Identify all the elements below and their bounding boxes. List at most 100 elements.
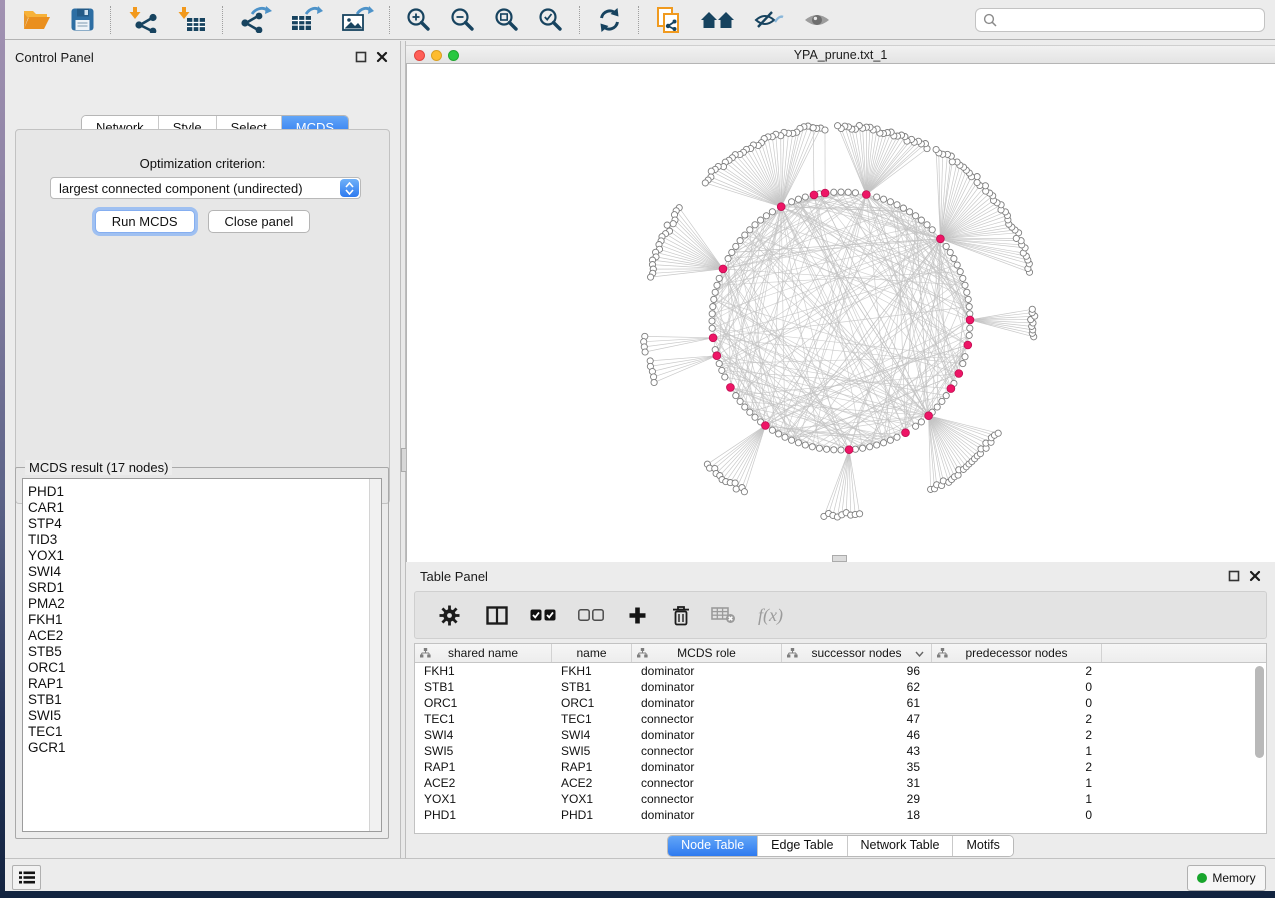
plus-icon: [628, 606, 647, 625]
close-panel-icon[interactable]: [1249, 570, 1261, 582]
table-cell: TEC1: [415, 712, 552, 726]
search-input[interactable]: [1002, 12, 1264, 28]
deselect-all-button[interactable]: [578, 609, 604, 621]
criterion-dropdown[interactable]: largest connected component (undirected): [50, 177, 361, 199]
mcds-result-item[interactable]: YOX1: [23, 548, 381, 564]
export-image-button[interactable]: [339, 4, 376, 35]
mcds-result-item[interactable]: SWI5: [23, 708, 381, 724]
mcds-result-item[interactable]: TEC1: [23, 724, 381, 740]
table-cell: ACE2: [552, 776, 632, 790]
zoom-fit-button[interactable]: [492, 5, 522, 35]
mcds-result-item[interactable]: RAP1: [23, 676, 381, 692]
import-network-button[interactable]: [125, 4, 160, 35]
table-cell: dominator: [632, 760, 782, 774]
table-row[interactable]: SWI5SWI5connector431: [415, 743, 1266, 759]
memory-button[interactable]: Memory: [1187, 865, 1266, 891]
mcds-result-item[interactable]: ORC1: [23, 660, 381, 676]
refresh-view-button[interactable]: [594, 5, 625, 35]
column-header-predecessor-nodes[interactable]: predecessor nodes: [932, 644, 1102, 662]
hide-details-button[interactable]: [752, 6, 786, 34]
close-panel-button[interactable]: Close panel: [208, 210, 311, 233]
column-label: predecessor nodes: [965, 646, 1067, 660]
apply-function-icon[interactable]: f(x): [758, 605, 783, 626]
delete-table-button[interactable]: [711, 606, 736, 624]
table-row[interactable]: PHD1PHD1dominator180: [415, 807, 1266, 823]
open-file-button[interactable]: [20, 5, 54, 34]
mcds-result-item[interactable]: PMA2: [23, 596, 381, 612]
table-row[interactable]: RAP1RAP1dominator352: [415, 759, 1266, 775]
eye-icon: [802, 9, 832, 31]
criterion-label: Optimization criterion:: [16, 156, 389, 171]
float-panel-icon[interactable]: [1228, 570, 1240, 582]
mcds-result-item[interactable]: PHD1: [23, 484, 381, 500]
tab-edge-table[interactable]: Edge Table: [758, 836, 847, 856]
mcds-result-item[interactable]: FKH1: [23, 612, 381, 628]
split-panel-button[interactable]: [486, 606, 508, 625]
zoom-selected-button[interactable]: [536, 5, 566, 35]
select-all-icon: [530, 609, 556, 621]
table-row[interactable]: YOX1YOX1connector291: [415, 791, 1266, 807]
show-details-button[interactable]: [800, 7, 834, 33]
tab-network-table[interactable]: Network Table: [848, 836, 954, 856]
table-cell: 1: [932, 744, 1102, 758]
task-history-button[interactable]: [12, 865, 41, 890]
mcds-result-item[interactable]: SRD1: [23, 580, 381, 596]
select-all-button[interactable]: [530, 609, 556, 621]
close-panel-icon[interactable]: [376, 51, 388, 63]
column-header-mcds-role[interactable]: MCDS role: [632, 644, 782, 662]
mcds-result-item[interactable]: TID3: [23, 532, 381, 548]
import-table-button[interactable]: [174, 4, 209, 35]
mcds-result-title: MCDS result (17 nodes): [25, 460, 172, 475]
export-network-button[interactable]: [237, 4, 274, 35]
network-graph[interactable]: [407, 64, 1274, 561]
mcds-result-item[interactable]: ACE2: [23, 628, 381, 644]
table-cell: RAP1: [415, 760, 552, 774]
save-session-button[interactable]: [68, 5, 97, 34]
column-header-shared-name[interactable]: shared name: [415, 644, 552, 662]
table-cell: connector: [632, 776, 782, 790]
table-row[interactable]: SWI4SWI4dominator462: [415, 727, 1266, 743]
table-scrollbar-thumb[interactable]: [1255, 666, 1264, 758]
run-mcds-button[interactable]: Run MCDS: [95, 210, 195, 233]
save-icon: [70, 7, 95, 32]
table-cell: dominator: [632, 808, 782, 822]
table-row[interactable]: FKH1FKH1dominator962: [415, 663, 1266, 679]
search-field[interactable]: [975, 8, 1265, 32]
table-row[interactable]: TEC1TEC1connector472: [415, 711, 1266, 727]
criterion-value: largest connected component (undirected): [51, 181, 340, 196]
mcds-result-item[interactable]: SWI4: [23, 564, 381, 580]
float-panel-icon[interactable]: [355, 51, 367, 63]
export-table-button[interactable]: [288, 4, 325, 35]
duplicate-network-button[interactable]: [653, 4, 684, 36]
table-row[interactable]: STB1STB1dominator620: [415, 679, 1266, 695]
mcds-result-scrollbar[interactable]: [369, 479, 381, 831]
eye-slash-icon: [754, 8, 784, 32]
table-settings-button[interactable]: [439, 605, 460, 626]
zoom-out-button[interactable]: [448, 5, 478, 35]
show-all-networks-button[interactable]: [698, 6, 738, 34]
column-header-successor-nodes[interactable]: successor nodes: [782, 644, 932, 662]
network-window-title: YPA_prune.txt_1: [406, 48, 1275, 62]
mcds-result-item[interactable]: STP4: [23, 516, 381, 532]
split-panel-icon: [486, 606, 508, 625]
table-cell: YOX1: [415, 792, 552, 806]
tab-node-table[interactable]: Node Table: [668, 836, 758, 856]
mcds-result-item[interactable]: GCR1: [23, 740, 381, 756]
tab-motifs[interactable]: Motifs: [953, 836, 1012, 856]
delete-table-icon: [711, 606, 736, 624]
sort-descending-icon[interactable]: [915, 651, 924, 657]
mcds-result-item[interactable]: STB5: [23, 644, 381, 660]
network-window-titlebar[interactable]: YPA_prune.txt_1: [406, 45, 1275, 64]
mcds-result-item[interactable]: CAR1: [23, 500, 381, 516]
add-column-button[interactable]: [628, 606, 647, 625]
mcds-result-item[interactable]: STB1: [23, 692, 381, 708]
table-row[interactable]: ACE2ACE2connector311: [415, 775, 1266, 791]
table-row[interactable]: ORC1ORC1dominator610: [415, 695, 1266, 711]
horizontal-splitter-grip[interactable]: [832, 555, 847, 562]
network-canvas[interactable]: [406, 64, 1275, 562]
delete-column-button[interactable]: [671, 605, 691, 626]
zoom-in-button[interactable]: [404, 5, 434, 35]
zoom-out-icon: [450, 7, 476, 33]
column-header-name[interactable]: name: [552, 644, 632, 662]
export-network-icon: [239, 6, 272, 33]
